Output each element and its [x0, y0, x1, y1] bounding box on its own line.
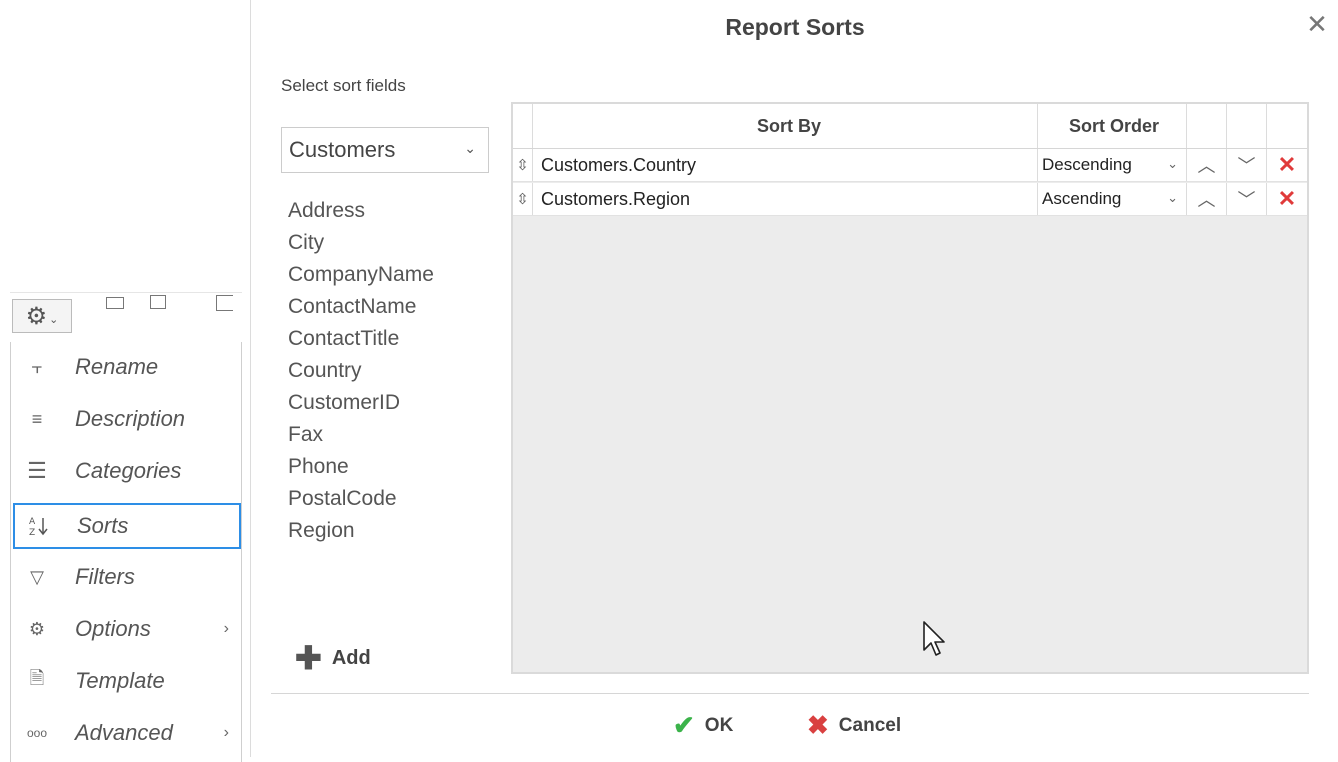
- chevron-down-icon: ⌄: [49, 313, 59, 326]
- menu-item-label: Advanced: [75, 720, 173, 745]
- drag-handle-icon[interactable]: ⇳: [513, 149, 533, 181]
- menu-item-label: Rename: [75, 354, 159, 379]
- advanced-dots-icon: ooo: [26, 726, 48, 740]
- field-item[interactable]: Fax: [288, 419, 434, 451]
- menu-item-label: Description: [75, 406, 186, 431]
- template-icon: 🗎: [29, 668, 45, 688]
- toolbar-fragment-icon: [106, 297, 124, 309]
- sort-order-value: Ascending: [1042, 189, 1122, 208]
- categories-icon: ☰: [27, 458, 47, 483]
- close-button[interactable]: ✕: [1303, 10, 1331, 38]
- field-item[interactable]: Address: [288, 195, 434, 227]
- cancel-label: Cancel: [838, 714, 902, 736]
- delete-x-icon: ✕: [1277, 152, 1297, 177]
- menu-item-filters[interactable]: ▽ Filters: [13, 557, 241, 597]
- table-select-value: Customers: [289, 137, 396, 162]
- menu-item-label: Sorts: [77, 513, 129, 538]
- chevron-down-icon: ﹀: [1237, 156, 1256, 176]
- context-menu: ⫟ Rename ≡ Description ☰ Categories A Z …: [10, 342, 242, 762]
- move-up-button[interactable]: ︿: [1187, 183, 1227, 215]
- grid-header-blank: [1267, 104, 1307, 148]
- field-item[interactable]: Country: [288, 355, 434, 387]
- table-row: ⇳ Customers.Country Descending ⌄ ︿ ﹀ ✕: [513, 149, 1307, 182]
- chevron-up-icon: ︿: [1197, 156, 1216, 176]
- grid-header-row: Sort By Sort Order: [513, 104, 1307, 149]
- svg-text:Z: Z: [29, 528, 35, 537]
- sort-order-select[interactable]: Descending ⌄: [1038, 149, 1187, 181]
- footer-divider: [271, 693, 1309, 694]
- move-down-button[interactable]: ﹀: [1227, 149, 1267, 181]
- menu-item-template[interactable]: 🗎 Template: [13, 661, 241, 701]
- chevron-right-icon: ›: [223, 620, 229, 637]
- sort-az-icon: A Z: [19, 515, 59, 537]
- menu-item-options[interactable]: ⚙ Options ›: [13, 609, 241, 649]
- mouse-cursor-icon: [923, 621, 945, 656]
- field-item[interactable]: PostalCode: [288, 483, 434, 515]
- grid-header-handle: [513, 104, 533, 148]
- svg-text:A: A: [29, 517, 36, 527]
- table-select-dropdown[interactable]: Customers ⌄: [281, 127, 489, 173]
- sort-by-header: Sort By: [533, 104, 1038, 148]
- toolbar-fragment-icon: [150, 295, 166, 309]
- move-down-button[interactable]: ﹀: [1227, 183, 1267, 215]
- dialog-title: Report Sorts: [725, 14, 865, 40]
- menu-item-rename[interactable]: ⫟ Rename: [13, 347, 241, 387]
- gear-icon: ⚙: [25, 302, 48, 330]
- menu-item-advanced[interactable]: ooo Advanced ›: [13, 713, 241, 753]
- chevron-down-icon: ﹀: [1237, 190, 1256, 210]
- field-item[interactable]: City: [288, 227, 434, 259]
- field-item[interactable]: CustomerID: [288, 387, 434, 419]
- field-item[interactable]: ContactTitle: [288, 323, 434, 355]
- ok-button[interactable]: ✔ OK: [673, 710, 733, 741]
- sort-grid: Sort By Sort Order ⇳ Customers.Country D…: [511, 102, 1309, 674]
- menu-item-label: Categories: [75, 458, 182, 483]
- menu-item-description[interactable]: ≡ Description: [13, 399, 241, 439]
- field-list: Address City CompanyName ContactName Con…: [288, 195, 434, 547]
- menu-item-label: Filters: [75, 564, 135, 589]
- field-item[interactable]: CompanyName: [288, 259, 434, 291]
- filter-icon: ▽: [30, 566, 44, 587]
- menu-item-sorts[interactable]: A Z Sorts: [13, 503, 241, 549]
- chevron-up-icon: ︿: [1197, 190, 1216, 210]
- drag-handle-icon[interactable]: ⇳: [513, 183, 533, 215]
- delete-row-button[interactable]: ✕: [1267, 149, 1307, 181]
- field-item[interactable]: Phone: [288, 451, 434, 483]
- grid-header-blank: [1187, 104, 1227, 148]
- sort-order-select[interactable]: Ascending ⌄: [1038, 183, 1187, 215]
- move-up-button[interactable]: ︿: [1187, 149, 1227, 181]
- field-item[interactable]: Region: [288, 515, 434, 547]
- sort-by-cell: Customers.Country: [533, 149, 1038, 181]
- add-button[interactable]: ✚ Add: [295, 640, 371, 676]
- chevron-down-icon: ⌄: [1167, 190, 1178, 205]
- chevron-right-icon: ›: [223, 724, 229, 741]
- chevron-down-icon: ⌄: [464, 140, 476, 156]
- options-gear-icon: ⚙: [28, 618, 46, 639]
- cancel-x-icon: ✖: [807, 710, 829, 740]
- sort-order-header: Sort Order: [1038, 104, 1187, 148]
- ok-label: OK: [704, 714, 734, 736]
- checkmark-icon: ✔: [673, 710, 695, 740]
- toolbar-strip: ⚙ ⌄: [10, 292, 242, 343]
- add-label: Add: [331, 646, 371, 669]
- delete-x-icon: ✕: [1277, 186, 1297, 211]
- chevron-down-icon: ⌄: [1167, 156, 1178, 171]
- description-icon: ≡: [31, 408, 43, 429]
- report-sorts-dialog: Report Sorts ✕ Select sort fields Custom…: [250, 0, 1338, 757]
- toolbar-fragment-icon: [216, 295, 233, 311]
- grid-header-blank: [1227, 104, 1267, 148]
- sort-by-cell: Customers.Region: [533, 183, 1038, 215]
- gear-menu-button[interactable]: ⚙ ⌄: [12, 299, 72, 333]
- menu-item-categories[interactable]: ☰ Categories: [13, 451, 241, 491]
- delete-row-button[interactable]: ✕: [1267, 183, 1307, 215]
- plus-icon: ✚: [295, 640, 322, 676]
- menu-item-label: Options: [75, 616, 151, 641]
- sort-order-value: Descending: [1042, 155, 1132, 174]
- select-sort-fields-label: Select sort fields: [281, 76, 406, 95]
- cancel-button[interactable]: ✖ Cancel: [807, 710, 901, 741]
- field-item[interactable]: ContactName: [288, 291, 434, 323]
- close-icon: ✕: [1306, 9, 1328, 39]
- rename-icon: ⫟: [31, 356, 43, 377]
- menu-item-label: Template: [75, 668, 165, 693]
- table-row: ⇳ Customers.Region Ascending ⌄ ︿ ﹀ ✕: [513, 183, 1307, 216]
